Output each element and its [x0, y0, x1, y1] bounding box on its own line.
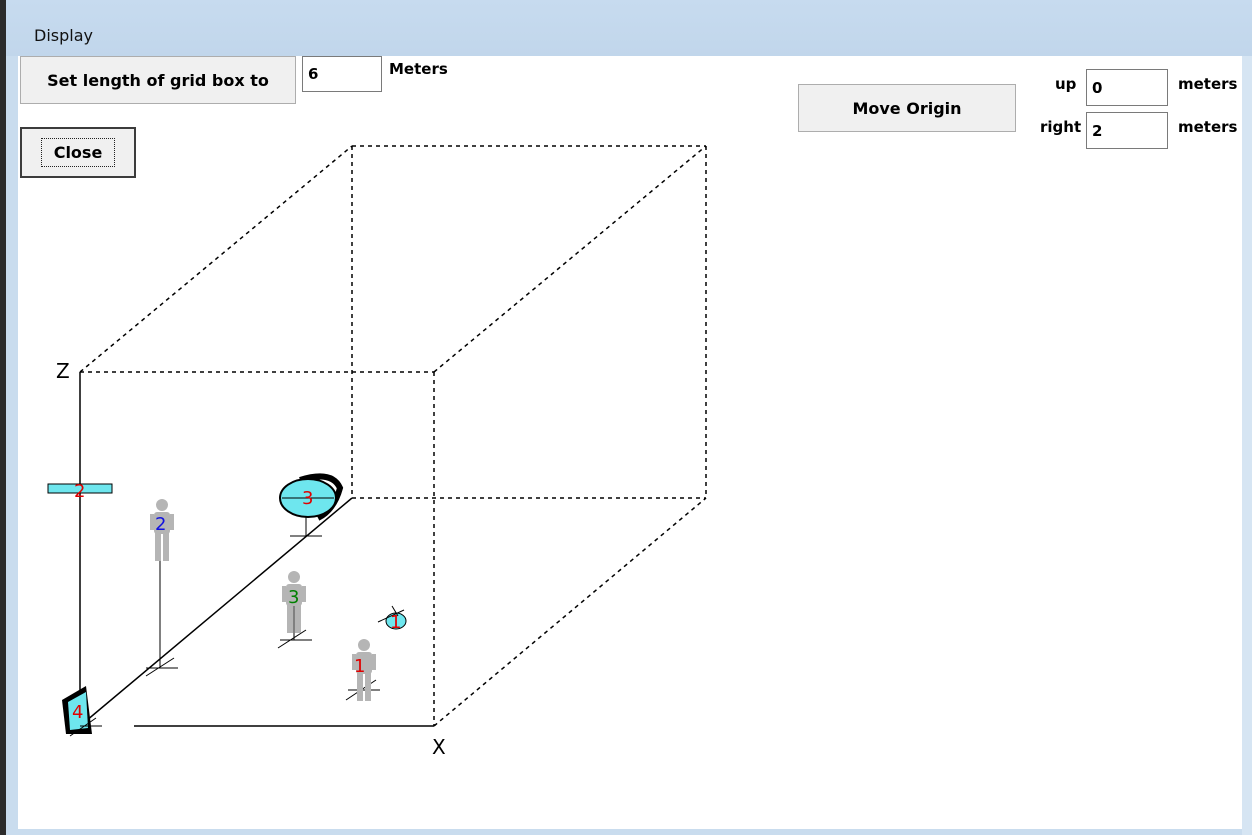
- person-2-label: 2: [155, 514, 166, 535]
- axes: [79, 372, 434, 727]
- x-axis-label: X: [432, 735, 446, 759]
- y-axis: [79, 497, 353, 727]
- object-1-label: 1: [390, 612, 401, 633]
- room-edge: [433, 145, 707, 373]
- room-scene: Z X 2 4 3 1 2 3 1: [47, 145, 707, 759]
- room-edge: [79, 145, 353, 373]
- room-box: [79, 145, 707, 727]
- person-3-label: 3: [288, 587, 299, 608]
- object-2-label: 2: [74, 481, 85, 502]
- person-1[interactable]: 1: [345, 639, 380, 701]
- room-edge: [433, 497, 707, 727]
- object-2-ceiling-panel[interactable]: 2: [47, 481, 113, 502]
- object-4-label: 4: [72, 702, 83, 723]
- person-2[interactable]: 2: [145, 499, 178, 677]
- z-axis-label: Z: [56, 359, 70, 383]
- object-1-speaker[interactable]: 1: [377, 605, 407, 633]
- object-3-loudspeaker[interactable]: 3: [279, 473, 344, 537]
- person-1-label: 1: [354, 656, 365, 677]
- person-3[interactable]: 3: [277, 571, 312, 649]
- object-3-label: 3: [302, 488, 313, 509]
- object-4-wall-panel[interactable]: 4: [62, 686, 102, 737]
